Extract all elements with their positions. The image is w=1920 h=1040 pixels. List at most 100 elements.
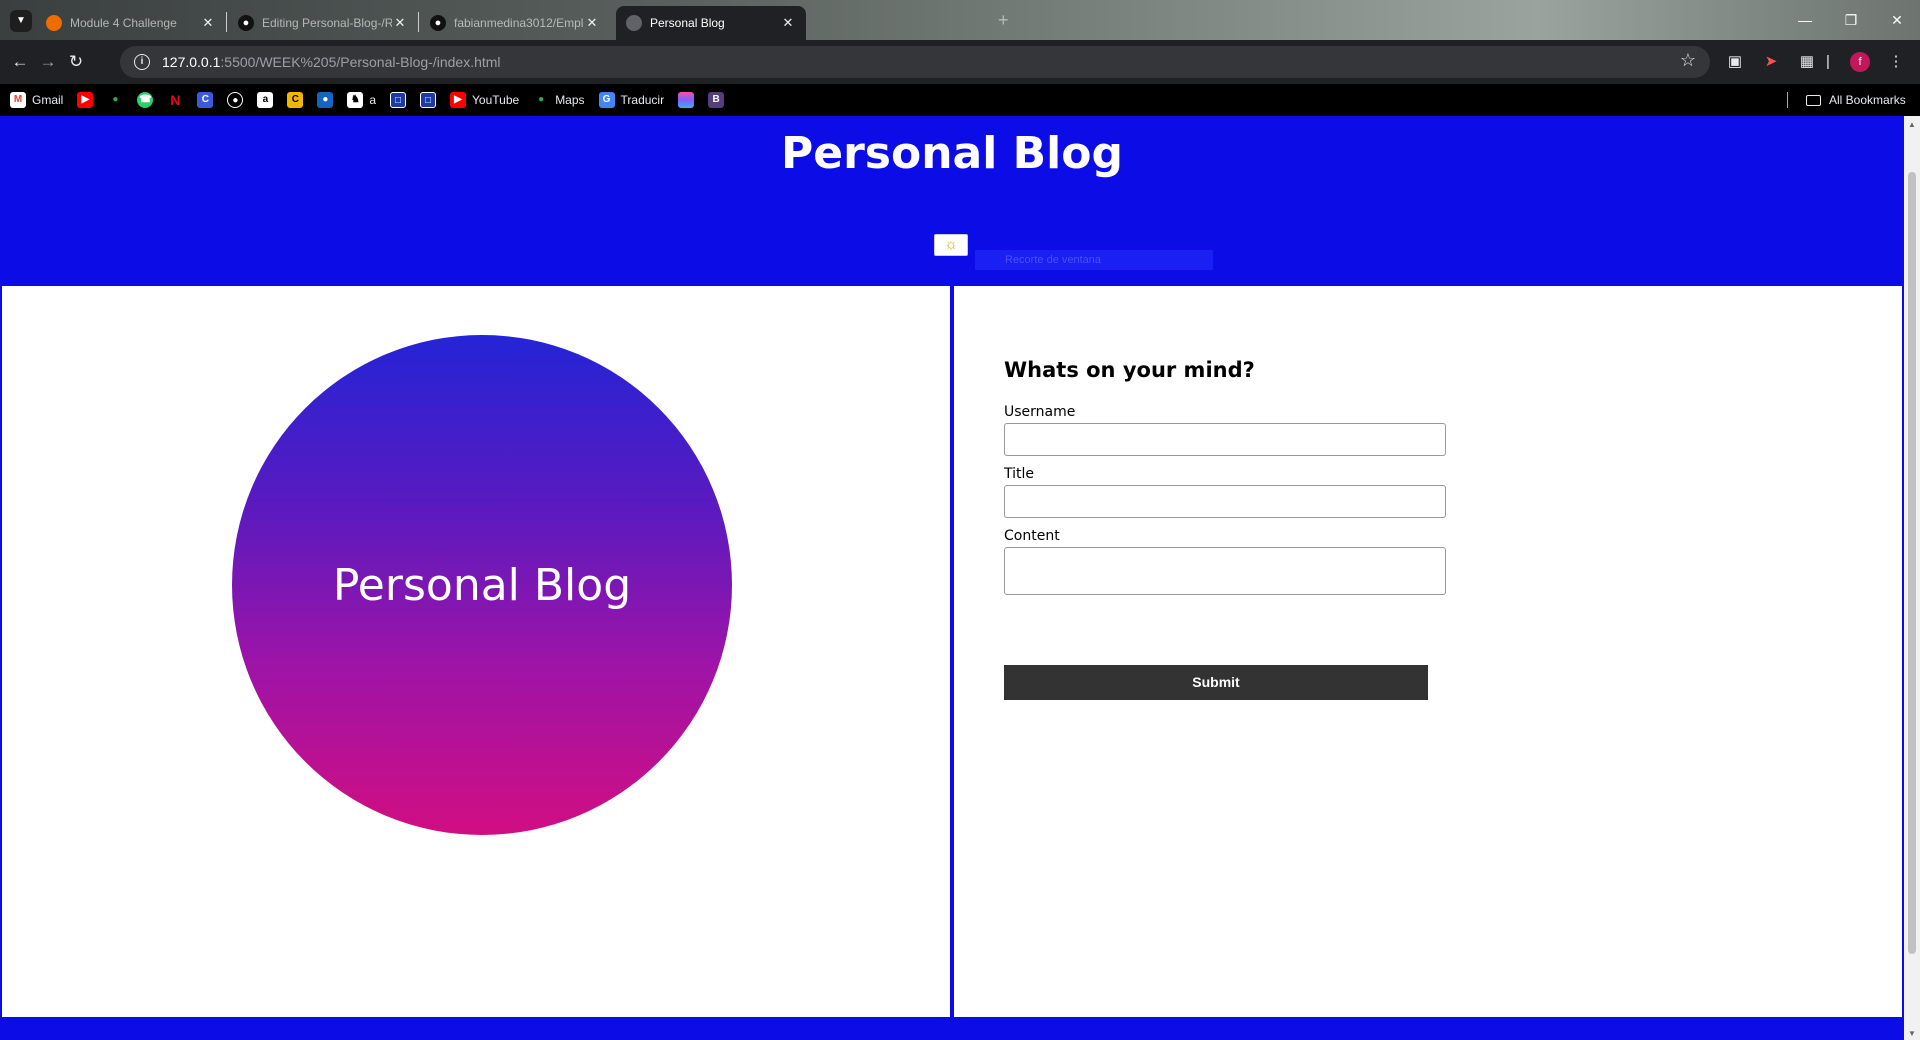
bookmark-youtube[interactable]: ▶ YouTube: [450, 92, 519, 108]
url-path: :5500/WEEK%205/Personal-Blog-/index.html: [220, 54, 501, 70]
bookmark-stripes[interactable]: [678, 92, 695, 108]
translate-icon: G: [598, 92, 615, 108]
whatsapp-icon: ☎: [137, 92, 154, 108]
maps-icon: ●: [112, 94, 119, 105]
bookmark-amazon[interactable]: a: [257, 92, 274, 108]
gmail-icon: M: [10, 92, 26, 108]
chess-icon: ♞: [347, 92, 364, 108]
bookmark-label: YouTube: [472, 93, 520, 107]
all-bookmarks-label: All Bookmarks: [1829, 93, 1906, 107]
close-icon[interactable]: ✕: [780, 15, 796, 31]
tab-module-4-challenge[interactable]: Module 4 Challenge ✕: [36, 6, 226, 40]
toolbar-divider: |: [1826, 53, 1830, 70]
tab-editing-readme[interactable]: ● Editing Personal-Blog-/READM ✕: [228, 6, 418, 40]
close-icon[interactable]: ✕: [392, 15, 408, 31]
bookmark-maps[interactable]: ● Maps: [533, 92, 584, 108]
site-footer: [0, 1017, 1904, 1040]
bookmark-blue[interactable]: ●: [317, 92, 334, 108]
hero-circle: Personal Blog: [232, 335, 732, 835]
all-bookmarks-button[interactable]: All Bookmarks: [1806, 84, 1906, 116]
bootstrap-icon: B: [708, 92, 725, 108]
scroll-down-arrow-icon[interactable]: ▼: [1908, 1029, 1916, 1038]
tab-strip: ▼ Module 4 Challenge ✕ ● Editing Persona…: [0, 0, 1920, 40]
submit-button[interactable]: Submit: [1004, 665, 1428, 700]
star-icon[interactable]: ☆: [1680, 50, 1696, 71]
scroll-up-arrow-icon[interactable]: ▲: [1908, 120, 1916, 129]
bookmark-stripes-icon: [678, 92, 695, 108]
bookmark-chess[interactable]: ♞ a: [347, 92, 376, 108]
page-title: Personal Blog: [781, 128, 1123, 179]
extensions-puzzle-icon[interactable]: ▦: [1796, 51, 1818, 73]
folder-icon: [1806, 94, 1821, 106]
bookmark-book-2[interactable]: □: [420, 92, 437, 108]
bookmark-book2-icon: □: [420, 92, 437, 108]
tab-title: Personal Blog: [650, 16, 725, 30]
content-label: Content: [1004, 528, 1060, 544]
restore-icon[interactable]: ❐: [1828, 0, 1874, 40]
bookmark-traducir[interactable]: G Traducir: [598, 92, 664, 108]
hero-panel: Personal Blog: [2, 286, 950, 1017]
form-heading: Whats on your mind?: [1004, 358, 1255, 382]
tab-title: Module 4 Challenge: [70, 16, 177, 30]
bookmark-book-icon: □: [390, 92, 407, 108]
bookmark-bootstrap[interactable]: B: [708, 92, 725, 108]
bookmark-label: a: [369, 93, 377, 107]
bookmark-youtube-1[interactable]: ▶: [77, 92, 94, 108]
bookmark-book-1[interactable]: □: [390, 92, 407, 108]
page-viewport: Personal Blog ☼ Recorte de ventana Perso…: [0, 116, 1904, 1040]
url-host: 127.0.0.1: [162, 54, 221, 70]
close-icon[interactable]: ✕: [200, 15, 216, 31]
bookmark-gmail[interactable]: M Gmail: [10, 92, 63, 108]
username-label: Username: [1004, 404, 1076, 420]
avatar[interactable]: f: [1850, 52, 1870, 72]
title-label: Title: [1004, 466, 1035, 482]
hero-title: Personal Blog: [332, 559, 632, 611]
tab-title: Editing Personal-Blog-/READM: [262, 16, 392, 30]
mode-toggle-button[interactable]: ☼: [934, 234, 968, 256]
close-window-icon[interactable]: ✕: [1874, 0, 1920, 40]
bookmarks-divider: [1787, 92, 1788, 108]
reload-icon[interactable]: ↻: [64, 50, 88, 74]
tab-personal-blog[interactable]: Personal Blog ✕: [616, 6, 806, 40]
maps-icon: ●: [538, 94, 545, 105]
content-textarea[interactable]: [1004, 547, 1446, 595]
tab-employee-repo[interactable]: ● fabianmedina3012/Employee- ✕: [420, 6, 610, 40]
bookmark-whatsapp[interactable]: ☎: [137, 92, 154, 108]
close-icon[interactable]: ✕: [584, 15, 600, 31]
scrollbar-thumb[interactable]: [1908, 172, 1916, 954]
address-bar[interactable]: i 127.0.0.1 :5500/WEEK%205/Personal-Blog…: [120, 46, 1710, 78]
window-controls: — ❐ ✕: [1782, 0, 1920, 40]
media-icon[interactable]: ▣: [1724, 51, 1746, 73]
module-icon: [46, 15, 62, 31]
youtube-icon: ▶: [450, 92, 467, 108]
github-icon: ●: [227, 92, 244, 108]
title-input[interactable]: [1004, 485, 1446, 518]
amazon-icon: a: [257, 92, 274, 108]
sun-icon: ☼: [944, 236, 958, 253]
bookmark-netflix[interactable]: N: [167, 92, 183, 108]
forward-arrow-icon[interactable]: →: [36, 50, 60, 74]
bookmark-label: Gmail: [32, 93, 64, 107]
site-header: Personal Blog ☼ Recorte de ventana: [0, 116, 1904, 284]
bookmark-maps-1[interactable]: ●: [107, 92, 123, 108]
c-icon: C: [197, 92, 214, 108]
bookmark-github[interactable]: ●: [227, 92, 244, 108]
netflix-icon: N: [170, 92, 181, 108]
bookmark-blue-icon: ●: [317, 92, 334, 108]
tab-search-chevron-icon[interactable]: ▼: [10, 10, 32, 32]
info-icon[interactable]: i: [134, 54, 150, 70]
browser-toolbar: ← → ↻ i 127.0.0.1 :5500/WEEK%205/Persona…: [0, 40, 1920, 84]
kebab-menu-icon[interactable]: ⋮: [1885, 51, 1907, 73]
tab-separator: [418, 12, 419, 32]
extension-arrow-icon[interactable]: ➤: [1760, 51, 1782, 73]
github-icon: ●: [238, 15, 254, 31]
back-arrow-icon[interactable]: ←: [8, 50, 32, 74]
bookmark-c[interactable]: C: [197, 92, 214, 108]
scrollbar[interactable]: ▲ ▼: [1904, 116, 1920, 1040]
form-panel: Whats on your mind? Username Title Conte…: [954, 286, 1902, 1017]
new-tab-button[interactable]: +: [998, 10, 1009, 31]
username-input[interactable]: [1004, 423, 1446, 456]
minimize-icon[interactable]: —: [1782, 0, 1828, 40]
github-icon: ●: [430, 15, 446, 31]
bookmark-yellow[interactable]: C: [287, 92, 304, 108]
